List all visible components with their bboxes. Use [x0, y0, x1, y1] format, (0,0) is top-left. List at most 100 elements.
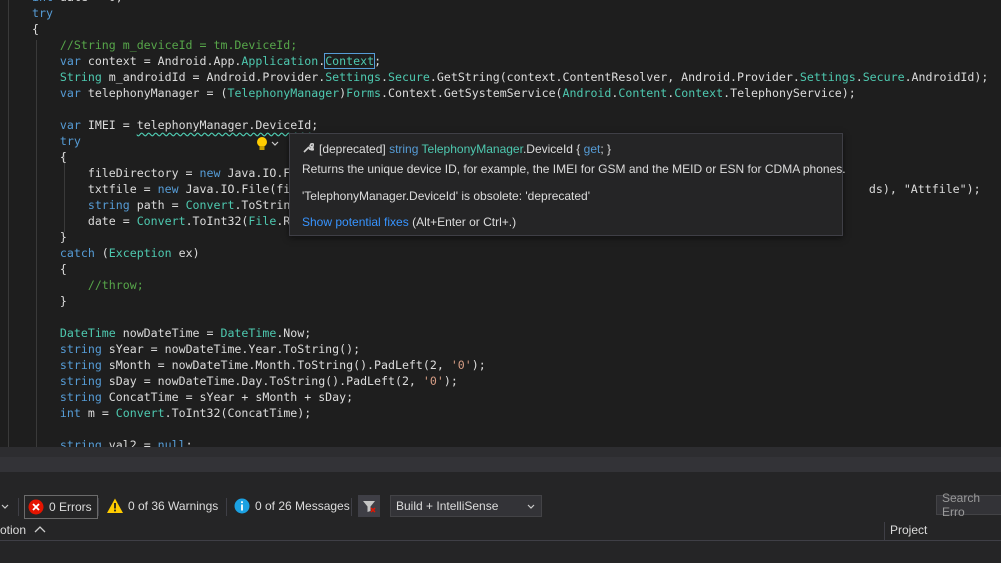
build-intellisense-select[interactable]: Build + IntelliSense [390, 495, 542, 517]
code-token: .TelephonyService); [723, 86, 856, 100]
code-token: try [32, 6, 53, 20]
code-line: string sDay = nowDateTime.Day.ToString()… [32, 373, 458, 389]
code-line: catch (Exception ex) [32, 245, 200, 261]
column-project-header[interactable]: Project [890, 523, 927, 537]
code-token: Secure [862, 70, 905, 84]
code-token: int [32, 0, 53, 4]
panel-title-bar [0, 457, 1001, 472]
code-token: TelephonyManager [227, 86, 340, 100]
code-token: DateTime [59, 326, 116, 340]
code-token: sDay = nowDateTime.Day.ToString().PadLef… [101, 374, 423, 388]
code-token: .Now; [276, 326, 312, 340]
quick-info-tooltip: [deprecated] string TelephonyManager.Dev… [289, 133, 846, 236]
messages-filter-button[interactable]: 0 of 26 Messages [233, 495, 350, 517]
tooltip-getter: get [583, 142, 601, 156]
code-token: new [157, 182, 179, 196]
code-line: var telephonyManager = (TelephonyManager… [32, 85, 856, 101]
code-token: m_androidId = Android.Provider. [101, 70, 326, 84]
code-token: String [59, 70, 102, 84]
code-line: var IMEI = telephonyManager.DeviceId; [32, 117, 318, 133]
info-icon [234, 498, 250, 514]
code-token: . [855, 70, 863, 84]
code-token: .ToInt32( [185, 214, 249, 228]
errors-label: 0 Errors [49, 500, 92, 514]
code-line: string sYear = nowDateTime.Year.ToString… [32, 341, 360, 357]
code-token: string [59, 374, 102, 388]
code-line: var context = Android.App.Application.Co… [32, 53, 381, 69]
code-token: date = 0; [53, 0, 123, 4]
filter-toggle-button[interactable] [358, 495, 380, 517]
code-token: Forms [346, 86, 382, 100]
code-token: '0' [450, 358, 472, 372]
tooltip-signature: [deprecated] string TelephonyManager.Dev… [302, 142, 611, 156]
code-token: } [32, 230, 67, 244]
code-token: string [87, 198, 130, 212]
code-token: var [59, 86, 81, 100]
code-token: catch [59, 246, 95, 260]
code-token: .ToInt32(ConcatTime); [164, 406, 312, 420]
wrench-icon [303, 143, 316, 153]
code-overflow-fragment: ds), "Attfile"); [841, 165, 981, 196]
code-editor[interactable]: int date = 0;try{ //String m_deviceId = … [0, 0, 1001, 447]
code-token: //String m_deviceId = tm.DeviceId; [32, 38, 298, 52]
code-token: m = [80, 406, 116, 420]
chevron-down-icon [527, 504, 535, 509]
code-token: Android [562, 86, 612, 100]
error-list-panel: 0 Errors 0 of 36 Warnings 0 of 26 Messag… [0, 472, 1001, 563]
code-token: Java.IO.F [220, 166, 291, 180]
code-token: string [59, 390, 102, 404]
code-overflow-text: ds), "Attfile"); [868, 182, 981, 196]
code-token: { [32, 262, 67, 276]
error-list-toolbar: 0 Errors 0 of 36 Warnings 0 of 26 Messag… [0, 491, 1001, 522]
quick-actions-lightbulb[interactable] [252, 135, 282, 153]
show-potential-fixes-link[interactable]: Show potential fixes [302, 215, 409, 229]
toolbar-divider [18, 498, 19, 516]
code-token: val2 = [101, 438, 158, 447]
code-token: Convert [136, 214, 186, 228]
errors-filter-button[interactable]: 0 Errors [24, 495, 98, 519]
scope-dropdown[interactable] [0, 495, 12, 517]
panel-splitter[interactable] [0, 447, 1001, 457]
code-token: path = [129, 198, 186, 212]
code-token: sYear = nowDateTime.Year.ToString(); [101, 342, 361, 356]
column-description-label: otion [0, 523, 27, 537]
code-token: int [59, 406, 81, 420]
error-list-search-input[interactable]: Search Erro [936, 491, 1001, 519]
code-token: date = [32, 214, 137, 228]
code-line: { [32, 261, 67, 277]
code-token: Context [324, 53, 376, 69]
code-token: Exception [108, 246, 172, 260]
code-token: try [59, 134, 81, 148]
code-token: ; [374, 54, 382, 68]
code-token: Secure [388, 70, 430, 84]
sort-asc-icon [34, 526, 46, 533]
code-line: string ConcatTime = sYear + sMonth + sDa… [32, 389, 353, 405]
column-description-header[interactable]: otion [0, 523, 47, 537]
warnings-filter-button[interactable]: 0 of 36 Warnings [106, 495, 218, 517]
code-token: ; [311, 118, 319, 132]
tooltip-deprecated-tag: [deprecated] [319, 142, 390, 156]
code-token: .GetString(context.ContentResolver, Andr… [429, 70, 800, 84]
lightbulb-icon [257, 137, 279, 150]
code-token: Convert [115, 406, 165, 420]
code-token: string [59, 358, 102, 372]
code-token: context = Android.App. [80, 54, 242, 68]
filter-icon [363, 501, 376, 513]
warnings-label: 0 of 36 Warnings [128, 499, 219, 513]
tooltip-class-name: TelephonyManager [421, 142, 523, 156]
toolbar-divider [226, 498, 227, 516]
tooltip-obsolete-message: 'TelephonyManager.DeviceId' is obsolete:… [302, 189, 591, 203]
column-divider [884, 522, 885, 540]
code-token: string [59, 342, 102, 356]
code-line: fileDirectory = new Java.IO.F [32, 165, 290, 181]
